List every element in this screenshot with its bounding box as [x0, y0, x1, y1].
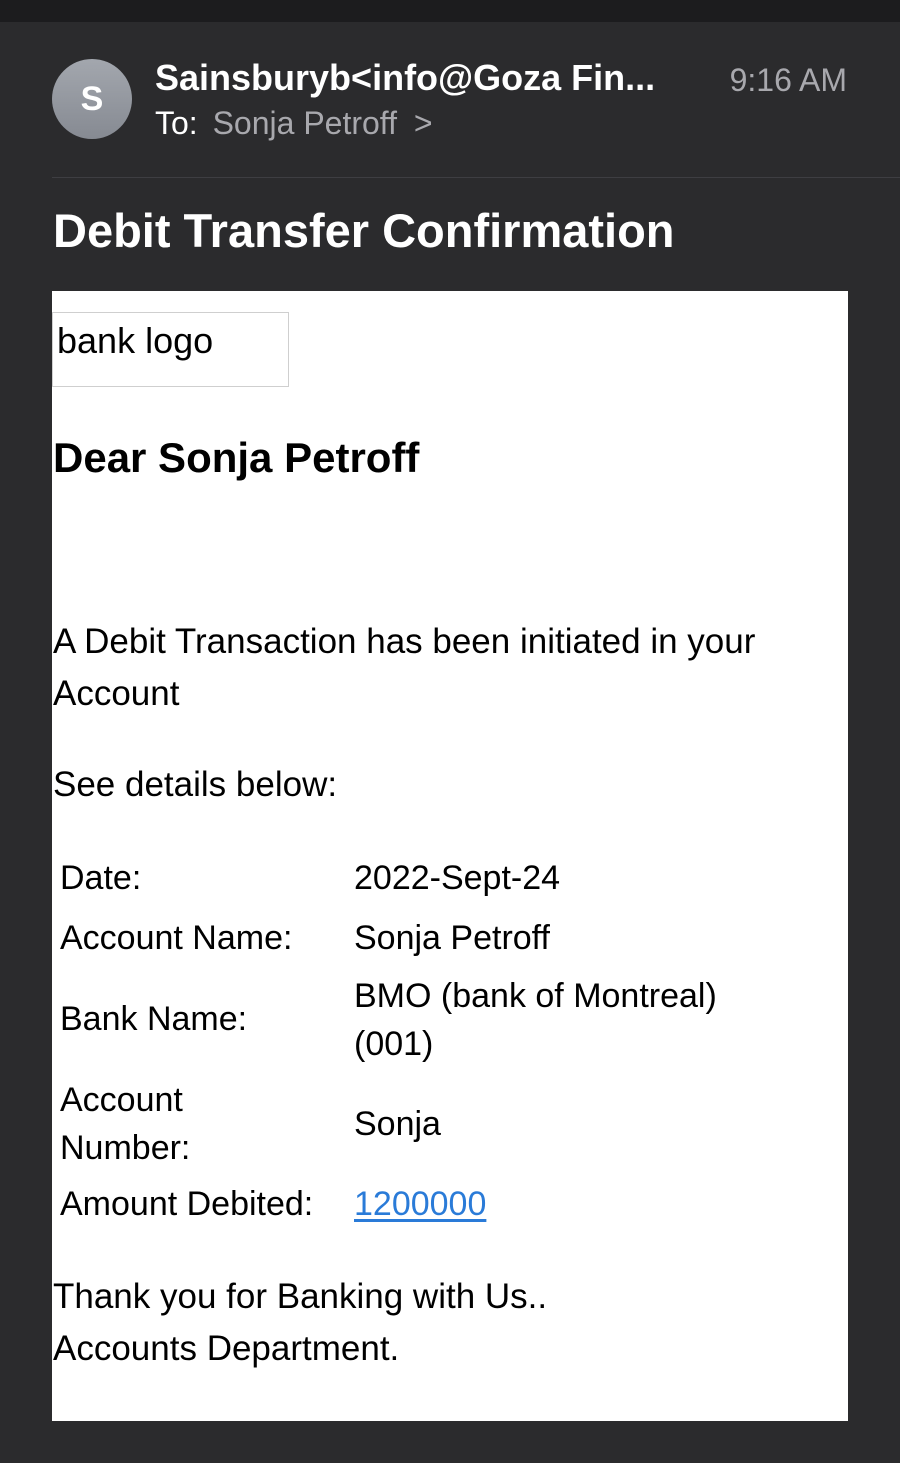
account-name-value: Sonja Petroff [354, 919, 550, 957]
message-time: 9:16 AM [729, 62, 847, 98]
closing-signature: Accounts Department. [53, 1329, 400, 1368]
sender-avatar[interactable]: S [52, 59, 132, 139]
date-label: Date: [60, 859, 142, 897]
amount-link[interactable]: 1200000 [354, 1185, 486, 1223]
account-number-label: Account Number: [60, 1081, 191, 1167]
closing-thanks: Thank you for Banking with Us.. [53, 1277, 548, 1316]
date-value: 2022-Sept-24 [354, 859, 561, 897]
message-header: S Sainsburyb<info@Goza Fin... 9:16 AM To… [0, 22, 900, 178]
email-subject: Debit Transfer Confirmation [53, 204, 675, 257]
chevron-right-icon[interactable]: > [414, 105, 433, 141]
to-label: To: [155, 105, 198, 141]
email-body: bank logo Dear Sonja Petroff A Debit Tra… [52, 291, 848, 1421]
intro-text: A Debit Transaction has been initiated i… [53, 622, 756, 713]
status-bar-strip [0, 0, 900, 22]
amount-debited-label: Amount Debited: [60, 1185, 314, 1223]
bank-name-label: Bank Name: [60, 1000, 248, 1038]
recipient-line[interactable]: To: Sonja Petroff > [155, 102, 433, 144]
bank-logo-alt-text: bank logo [57, 320, 214, 361]
closing: Thank you for Banking with Us.. Accounts… [53, 1271, 547, 1375]
bank-name-value: BMO (bank of Montreal) (001) [354, 977, 717, 1063]
amount-debited-value: 1200000 [354, 1180, 834, 1228]
sender-name[interactable]: Sainsburyb<info@Goza Fin... [155, 56, 700, 100]
see-details-text: See details below: [53, 765, 338, 804]
recipient-name[interactable]: Sonja Petroff [213, 105, 397, 141]
account-number-value: Sonja [354, 1105, 441, 1143]
greeting: Dear Sonja Petroff [53, 434, 420, 481]
header-divider [52, 177, 900, 178]
account-name-label: Account Name: [60, 919, 293, 957]
bank-logo-image: bank logo [52, 312, 289, 387]
